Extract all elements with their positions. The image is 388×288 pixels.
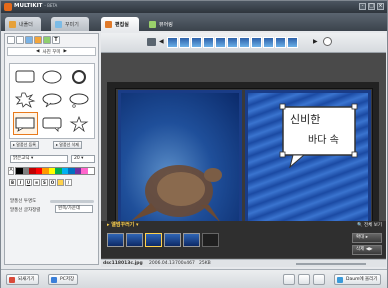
tab-bar: 내폴더 꾸미기 편집실 뷰어링	[1, 13, 387, 31]
speech-shape-oval[interactable]	[40, 67, 65, 88]
pc-save-button[interactable]: PC저장	[48, 274, 79, 285]
speech-shape-star[interactable]	[66, 112, 91, 135]
tab-viewer[interactable]: 뷰어링	[145, 17, 183, 31]
fill-icon[interactable]	[57, 179, 64, 186]
album-thumb[interactable]	[126, 233, 143, 247]
revert-button[interactable]: 되새기기	[6, 274, 39, 285]
status-filename: dsc118013c.jpg	[103, 261, 143, 266]
text-format-icons: B I U ≡ S O /	[9, 179, 72, 186]
align-icon[interactable]: ≡	[33, 179, 40, 186]
strip-next-icon[interactable]: ▶	[313, 38, 318, 45]
app-title: MULTIKIT - BETA	[14, 3, 58, 9]
left-photo-turtle[interactable]	[118, 90, 242, 232]
frame-tool-icon[interactable]	[16, 36, 24, 44]
line-icon[interactable]: /	[65, 179, 72, 186]
prev-arrow-icon[interactable]: ◀	[36, 49, 39, 54]
tab-editor[interactable]: 편집실	[101, 17, 139, 31]
speech-shape-box-selected[interactable]	[13, 112, 38, 135]
text-align-select[interactable]: 왼쪽/가운데	[55, 205, 93, 213]
app-logo	[4, 3, 12, 11]
album-panel: ▸ 앨범꾸러기 ▾ 🔍 전체 보기 확대 ▸ 삭제 ◀▶	[101, 221, 386, 258]
album-thumb[interactable]	[183, 233, 200, 247]
album-zoom-button[interactable]: 확대 ▸	[352, 233, 382, 243]
italic-icon[interactable]: I	[17, 179, 24, 186]
title-bar: MULTIKIT - BETA - □ ×	[1, 1, 387, 13]
bottom-bar: 되새기기 PC저장 Daum에 올리기	[1, 269, 387, 288]
font-select[interactable]: 맑은고딕 ▾	[10, 155, 68, 163]
home-icon[interactable]	[323, 37, 332, 46]
text-align-label: 말풍선 글자정렬	[10, 208, 41, 213]
shadow-icon[interactable]: S	[41, 179, 48, 186]
album-thumb[interactable]	[164, 233, 181, 247]
speech-shape-ring[interactable]	[66, 67, 91, 88]
pen-tool-icon[interactable]	[7, 36, 15, 44]
bold-icon[interactable]: B	[9, 179, 16, 186]
page-thumbnails[interactable]	[167, 37, 298, 48]
app-window: MULTIKIT - BETA - □ × 내폴더 꾸미기 편집실 뷰어링 T …	[0, 0, 388, 288]
zoom-slider[interactable]	[296, 263, 366, 265]
editor-area: ◀ ▶ 신비한 바다 속 ▸ 앨범꾸러기 ▾ 🔍 전체 보기 확대 ▸ 삭제 ◀…	[101, 33, 386, 265]
viewer-icon	[149, 20, 156, 28]
album-thumbnails	[107, 233, 219, 247]
next-arrow-icon[interactable]: ▶	[64, 49, 67, 54]
tool-icons: T	[7, 36, 60, 44]
status-bar: dsc118013c.jpg 2006.04.13 700x467 25KB	[101, 259, 386, 267]
folder-icon	[9, 20, 16, 28]
speech-shape-thought[interactable]	[66, 90, 91, 111]
tab-decorate[interactable]: 꾸미기	[51, 17, 89, 31]
speech-delete-button[interactable]: ▸ 말풍선 삭제	[53, 141, 82, 149]
decoration-panel: T ◀ 사진 꾸미 ▶ ▸ 말풍선 등록 ▸ 말풍선 삭제 맑은고딕 ▾ 20 …	[4, 33, 99, 265]
album-thumb-selected[interactable]	[145, 233, 162, 247]
effect-tool-icon[interactable]	[43, 36, 51, 44]
speech-add-button[interactable]: ▸ 말풍선 등록	[10, 141, 39, 149]
upload-daum-button[interactable]: Daum에 올리기	[334, 274, 382, 285]
decorate-icon	[55, 20, 62, 28]
status-size: 25KB	[199, 261, 211, 266]
speech-shape-rect[interactable]	[13, 67, 38, 88]
edit-icon	[105, 20, 112, 28]
page-strip: ◀ ▶	[101, 33, 386, 53]
right-photo-fish[interactable]: 신비한 바다 속	[245, 90, 371, 232]
text-color-icon[interactable]: A	[8, 167, 14, 175]
speech-text-line2: 바다 속	[308, 135, 339, 146]
strip-prev-icon[interactable]: ◀	[159, 38, 164, 45]
opacity-slider[interactable]	[50, 200, 94, 203]
speech-shape-box-tail[interactable]	[40, 112, 65, 135]
color-palette[interactable]	[15, 167, 95, 175]
section-header: ◀ 사진 꾸미 ▶	[7, 47, 96, 56]
tab-my-folder[interactable]: 내폴더	[5, 17, 41, 31]
upload-icon	[337, 277, 343, 283]
album-thumb[interactable]	[107, 233, 124, 247]
status-date: 2006.04.13	[149, 261, 175, 266]
outline-icon[interactable]: O	[49, 179, 56, 186]
speech-tool-icon[interactable]	[25, 36, 33, 44]
speech-shape-grid	[9, 63, 95, 139]
print-icon[interactable]	[283, 274, 295, 285]
underline-icon[interactable]: U	[25, 179, 32, 186]
minimize-icon[interactable]: -	[359, 3, 366, 10]
speech-shape-cloud[interactable]	[40, 90, 65, 111]
album-title: ▸ 앨범꾸러기 ▾	[107, 222, 139, 228]
folder-open-icon[interactable]	[147, 38, 156, 46]
maximize-icon[interactable]: □	[368, 3, 375, 10]
close-icon[interactable]: ×	[377, 3, 384, 10]
status-dimensions: 700x467	[175, 261, 195, 266]
opacity-label: 말풍선 투명도	[10, 199, 37, 204]
card-icon[interactable]	[313, 274, 325, 285]
sticker-tool-icon[interactable]	[34, 36, 42, 44]
save-icon	[51, 277, 57, 283]
speech-text-line1: 신비한	[290, 113, 321, 126]
speech-shape-burst[interactable]	[13, 90, 38, 111]
album-thumb-empty	[202, 233, 219, 247]
font-size-select[interactable]: 20 ▾	[71, 155, 95, 163]
view-all-link[interactable]: 🔍 전체 보기	[357, 221, 382, 230]
text-tool-icon[interactable]: T	[52, 36, 60, 44]
album-delete-button[interactable]: 삭제 ◀▶	[352, 245, 382, 255]
mobile-icon[interactable]	[298, 274, 310, 285]
revert-icon	[9, 277, 15, 283]
